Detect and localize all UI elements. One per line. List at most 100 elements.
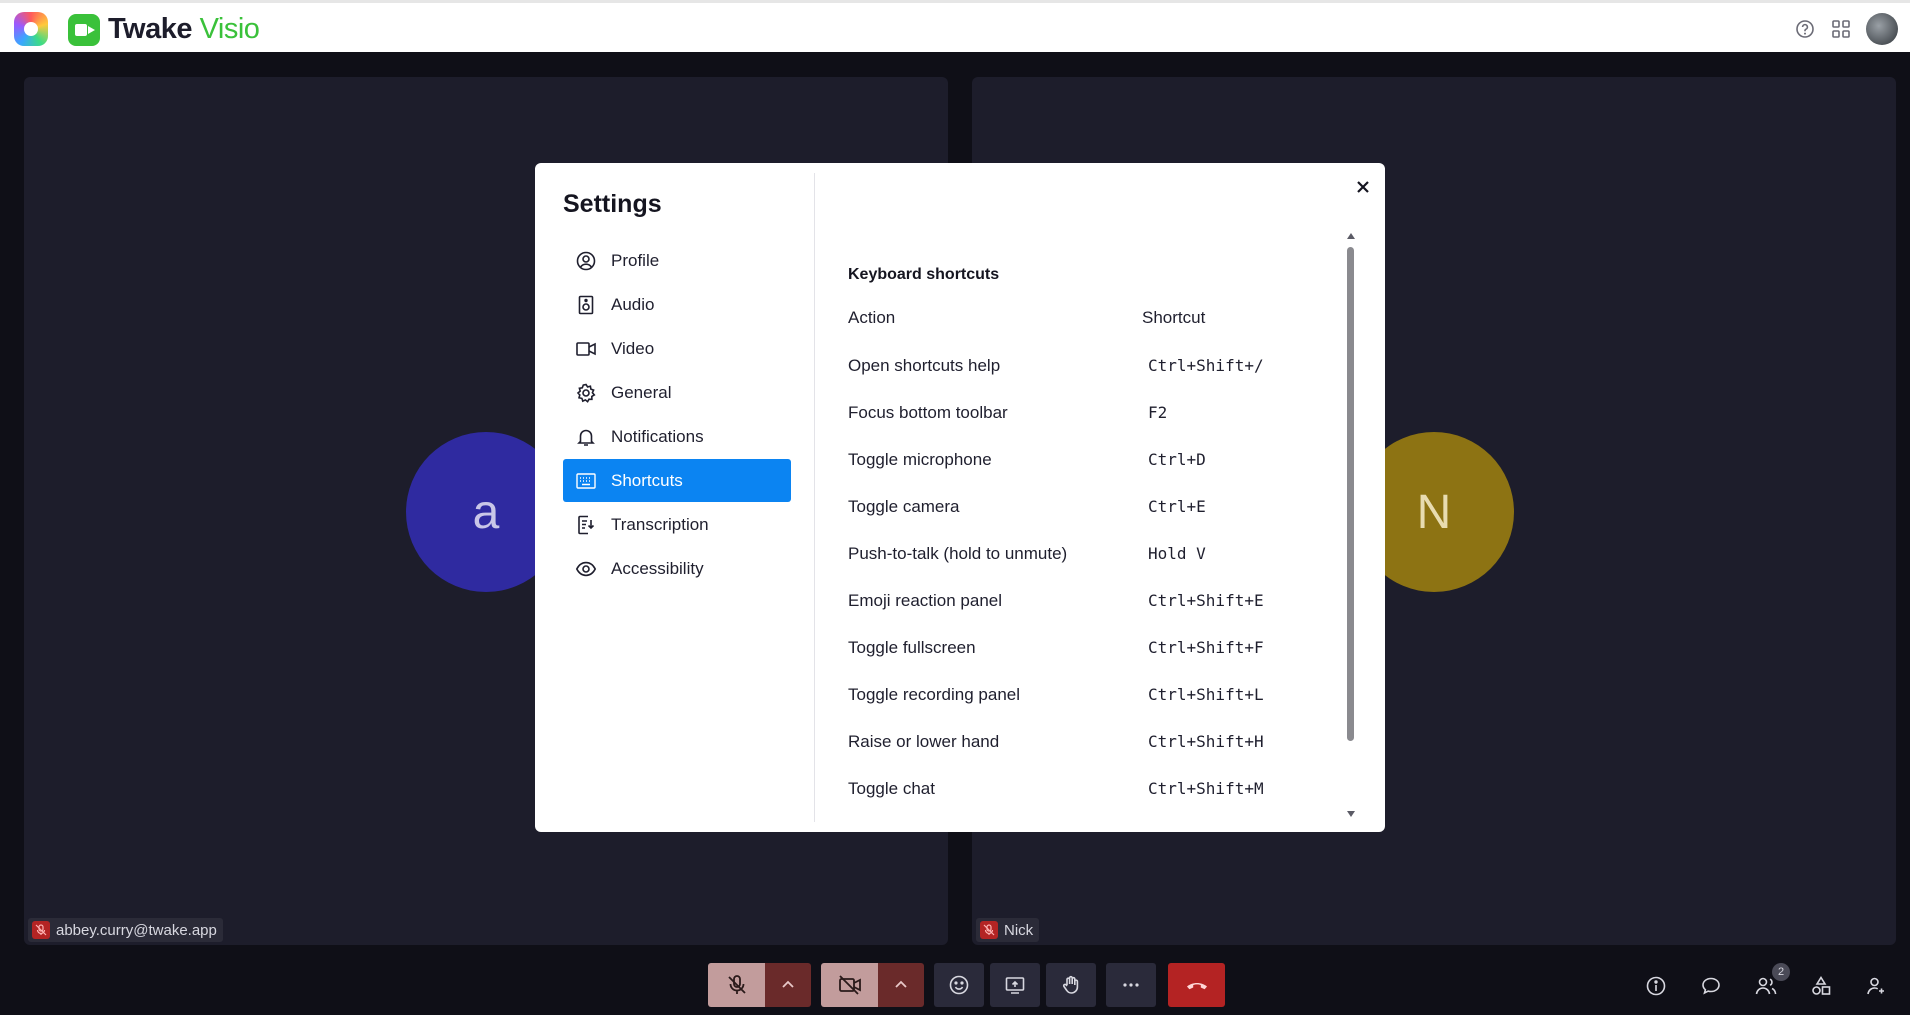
- column-header-shortcut: Shortcut: [1142, 308, 1206, 327]
- app-launcher-logo[interactable]: [14, 12, 48, 46]
- profile-icon: [576, 251, 596, 270]
- shortcut-key: Ctrl+E: [1148, 497, 1206, 516]
- close-dialog-button[interactable]: [1349, 173, 1377, 201]
- shortcuts-panel: Keyboard shortcuts Action Shortcut Open …: [848, 223, 1348, 812]
- leave-call-button[interactable]: [1168, 963, 1225, 1007]
- table-row: Focus bottom toolbar F2: [848, 389, 1348, 436]
- participant-name-tag: Nick: [976, 918, 1040, 942]
- participants-button[interactable]: 2: [1750, 963, 1790, 1002]
- menu-item-label: Profile: [611, 250, 660, 270]
- menu-item-label: Shortcuts: [611, 470, 683, 490]
- shortcut-key: Ctrl+D: [1148, 450, 1206, 469]
- settings-menu-general[interactable]: General: [563, 371, 791, 414]
- settings-menu-accessibility[interactable]: Accessibility: [563, 547, 791, 590]
- settings-menu-notifications[interactable]: Notifications: [563, 415, 791, 458]
- reactions-button[interactable]: [934, 963, 984, 1007]
- settings-menu-transcription[interactable]: Transcription: [563, 503, 791, 546]
- shortcuts-table: Open shortcuts help Ctrl+Shift+/ Focus bo…: [848, 342, 1348, 812]
- menu-item-label: Video: [611, 338, 655, 358]
- mic-muted-icon: [980, 921, 998, 939]
- brand-accent: Visio: [199, 13, 260, 45]
- transcription-icon: [578, 515, 595, 534]
- shortcut-action: Toggle camera: [848, 496, 960, 516]
- menu-item-label: Audio: [611, 294, 655, 314]
- chevron-up-icon: [895, 980, 907, 988]
- shortcut-action: Focus bottom toolbar: [848, 402, 1008, 422]
- table-row: Toggle chat Ctrl+Shift+M: [848, 765, 1348, 812]
- shortcut-action: Toggle fullscreen: [848, 637, 976, 657]
- eye-icon: [575, 561, 597, 576]
- shortcut-action: Raise or lower hand: [848, 731, 1000, 751]
- apps-grid-icon[interactable]: [1830, 18, 1852, 40]
- speaker-icon: [578, 295, 594, 314]
- column-header-action: Action: [848, 308, 896, 327]
- table-row: Push-to-talk (hold to unmute) Hold V: [848, 530, 1348, 577]
- menu-item-label: Notifications: [611, 426, 704, 446]
- participant-name: abbey.curry@twake.app: [56, 921, 217, 939]
- more-icon: [1123, 983, 1139, 987]
- shortcut-key: Hold V: [1148, 544, 1206, 563]
- section-title: Keyboard shortcuts: [848, 266, 1000, 283]
- settings-menu-audio[interactable]: Audio: [563, 283, 791, 326]
- toggle-camera-button[interactable]: [821, 963, 878, 1007]
- chat-button[interactable]: [1695, 970, 1727, 1002]
- keyboard-icon: [576, 472, 596, 489]
- shortcut-key: Ctrl+Shift+M: [1148, 779, 1264, 798]
- admin-user-icon: [1867, 977, 1884, 995]
- chat-icon: [1702, 977, 1720, 995]
- screen-share-icon: [1005, 977, 1025, 994]
- microphone-options-button[interactable]: [765, 963, 811, 1007]
- settings-menu-video[interactable]: Video: [563, 327, 791, 370]
- emoji-icon: [949, 975, 969, 995]
- user-avatar[interactable]: [1866, 13, 1898, 45]
- settings-menu-shortcuts[interactable]: Shortcuts: [563, 459, 791, 502]
- settings-title: Settings: [563, 190, 662, 218]
- settings-menu-profile[interactable]: Profile: [563, 239, 791, 282]
- share-screen-button[interactable]: [990, 963, 1040, 1007]
- shortcut-key: Ctrl+Shift+L: [1148, 685, 1264, 704]
- more-options-button[interactable]: [1106, 963, 1156, 1007]
- table-row: Emoji reaction panel Ctrl+Shift+E: [848, 577, 1348, 624]
- scroll-down-arrow[interactable]: [1347, 811, 1355, 817]
- shortcut-key: Ctrl+Shift+E: [1148, 591, 1264, 610]
- participant-name: Nick: [1004, 921, 1034, 939]
- scroll-up-arrow[interactable]: [1347, 233, 1355, 239]
- raise-hand-button[interactable]: [1046, 963, 1096, 1007]
- shortcut-key: Ctrl+Shift+/: [1148, 356, 1264, 375]
- video-icon: [576, 341, 596, 356]
- shortcut-action: Toggle recording panel: [848, 684, 1021, 704]
- meeting-info-button[interactable]: [1640, 970, 1672, 1002]
- shortcut-key: Ctrl+Shift+F: [1148, 638, 1264, 657]
- camera-off-icon: [838, 975, 861, 995]
- menu-item-label: Accessibility: [611, 558, 704, 578]
- settings-menu: Profile Audio Video General Notification…: [563, 239, 791, 591]
- camera-options-button[interactable]: [878, 963, 924, 1007]
- shapes-icon: [1812, 975, 1831, 995]
- admin-button[interactable]: [1860, 970, 1892, 1002]
- hand-icon: [1062, 975, 1079, 994]
- shortcuts-table-header: Action Shortcut: [848, 308, 1348, 328]
- mic-off-icon: [727, 975, 746, 994]
- tools-button[interactable]: [1805, 970, 1837, 1002]
- table-row: Open shortcuts help Ctrl+Shift+/: [848, 342, 1348, 389]
- table-row: Toggle recording panel Ctrl+Shift+L: [848, 671, 1348, 718]
- help-icon[interactable]: [1794, 18, 1816, 40]
- menu-divider: [814, 173, 815, 822]
- table-row: Toggle fullscreen Ctrl+Shift+F: [848, 624, 1348, 671]
- shortcut-action: Open shortcuts help: [848, 355, 1001, 375]
- table-row: Toggle camera Ctrl+E: [848, 483, 1348, 530]
- brand: Twake Visio: [68, 13, 260, 46]
- panel-scrollbar[interactable]: [1346, 233, 1356, 817]
- settings-dialog: Settings Profile Audio Video General Not…: [535, 163, 1385, 832]
- menu-item-label: General: [611, 382, 672, 402]
- close-icon: [1357, 181, 1369, 193]
- menu-item-label: Transcription: [611, 514, 709, 534]
- shortcut-action: Toggle microphone: [848, 449, 992, 469]
- table-row: Raise or lower hand Ctrl+Shift+H: [848, 718, 1348, 765]
- hang-up-icon: [1186, 983, 1207, 990]
- shortcut-key: Ctrl+Shift+H: [1148, 732, 1264, 751]
- toggle-microphone-button[interactable]: [708, 963, 765, 1007]
- scroll-thumb[interactable]: [1347, 247, 1354, 741]
- participant-name-tag: abbey.curry@twake.app: [28, 918, 223, 942]
- shortcut-action: Emoji reaction panel: [848, 590, 1003, 610]
